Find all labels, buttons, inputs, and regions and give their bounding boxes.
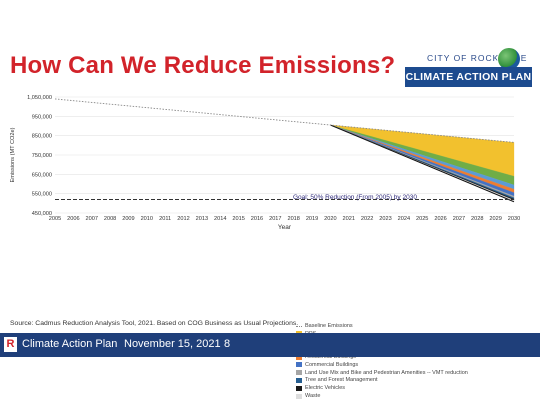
x-tick-label: 2027 (453, 216, 465, 222)
y-tick-label: 1,050,000 (27, 95, 52, 101)
x-tick-label: 2015 (232, 216, 244, 222)
y-axis-title: Emissions (MT CO2e) (10, 127, 16, 182)
y-tick-label: 850,000 (32, 134, 52, 140)
slide-title: How Can We Reduce Emissions? (10, 52, 396, 79)
x-tick-label: 2024 (398, 216, 410, 222)
y-tick-label: 650,000 (32, 172, 52, 178)
x-tick-label: 2029 (489, 216, 501, 222)
x-tick-label: 2028 (471, 216, 483, 222)
footer-page-number: 8 (224, 338, 231, 350)
x-tick-label: 2030 (508, 216, 520, 222)
legend-item: Baseline Emissions (296, 322, 468, 330)
legend-label: Baseline Emissions (305, 322, 353, 329)
logo-plan-banner: CLIMATE ACTION PLAN (405, 67, 532, 87)
x-tick-label: 2018 (287, 216, 299, 222)
legend-label: Land Use Mix and Bike and Pedestrian Ame… (305, 369, 468, 376)
y-tick-label: 950,000 (32, 114, 52, 120)
goal-label: Goal: 50% Reduction (From 2005) by 2030 (293, 194, 417, 201)
x-tick-label: 2012 (177, 216, 189, 222)
legend-swatch (296, 385, 302, 391)
legend-swatch (296, 377, 302, 383)
x-tick-label: 2007 (85, 216, 97, 222)
legend-swatch (296, 362, 302, 368)
x-tick-label: 2016 (251, 216, 263, 222)
legend-item: Tree and Forest Management (296, 377, 468, 385)
x-tick-label: 2017 (269, 216, 281, 222)
x-tick-label: 2008 (104, 216, 116, 222)
footer-date: November 15, 2021 (124, 338, 221, 350)
x-tick-label: 2020 (324, 216, 336, 222)
x-tick-label: 2011 (159, 216, 171, 222)
x-tick-label: 2010 (141, 216, 153, 222)
x-tick-label: 2006 (67, 216, 79, 222)
legend-item: Commercial Buildings (296, 361, 468, 369)
x-tick-label: 2019 (306, 216, 318, 222)
x-tick-label: 2023 (379, 216, 391, 222)
emissions-chart-svg: 450,000550,000650,000750,000850,000950,0… (10, 95, 520, 231)
footer-program: Climate Action Plan (22, 338, 118, 350)
x-tick-label: 2022 (361, 216, 373, 222)
legend-item: Electric Vehicles (296, 384, 468, 392)
x-tick-label: 2013 (196, 216, 208, 222)
legend-item: Waste (296, 392, 468, 400)
x-tick-label: 2009 (122, 216, 134, 222)
legend-swatch (296, 370, 302, 376)
x-tick-label: 2025 (416, 216, 428, 222)
legend-label: Electric Vehicles (305, 385, 346, 392)
x-axis-title: Year (278, 224, 292, 231)
emissions-chart: 450,000 550,000 650,000 750,000 850,000 950,0… (0, 86, 540, 399)
legend-label: Commercial Buildings (305, 361, 359, 368)
source-note: Source: Cadmus Reduction Analysis Tool, … (10, 320, 299, 327)
x-tick-label: 2014 (214, 216, 226, 222)
x-tick-label: 2021 (343, 216, 355, 222)
y-tick-label: 550,000 (32, 192, 52, 198)
legend-swatch (296, 393, 302, 399)
legend-label: Waste (305, 393, 321, 400)
x-tick-label: 2026 (434, 216, 446, 222)
legend-item: Land Use Mix and Bike and Pedestrian Ame… (296, 369, 468, 377)
x-tick-label: 2005 (49, 216, 61, 222)
legend-label: Tree and Forest Management (305, 377, 378, 384)
y-tick-label: 750,000 (32, 153, 52, 159)
slide-footer: R Climate Action Plan November 15, 2021 … (0, 333, 540, 357)
rockville-r-logo: R (4, 337, 17, 352)
